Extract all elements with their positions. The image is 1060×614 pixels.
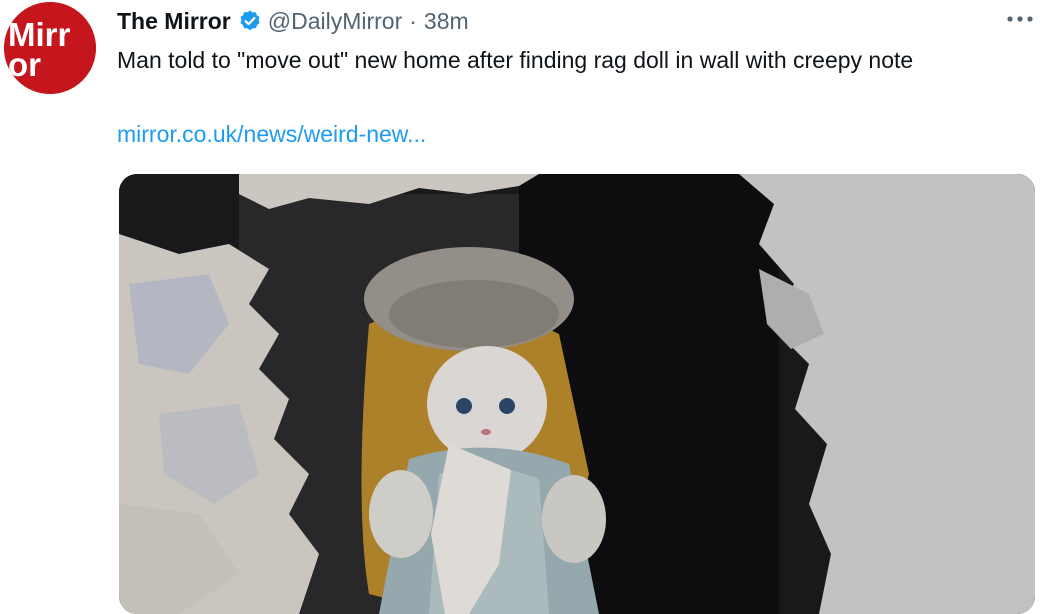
tweet-card[interactable]: Mirr or The Mirror @DailyMirror · 38m Ma… (0, 0, 1060, 614)
author-handle[interactable]: @DailyMirror (268, 8, 403, 35)
article-link[interactable]: mirror.co.uk/news/weird-new... (117, 118, 426, 150)
tweet-header: The Mirror @DailyMirror · 38m (117, 4, 469, 38)
tweet-media-photo[interactable] (119, 174, 1035, 614)
timestamp[interactable]: 38m (424, 8, 469, 35)
doll-in-wall-photo (119, 174, 1035, 614)
more-options-icon[interactable] (1003, 4, 1037, 34)
verified-badge-icon (238, 9, 262, 33)
separator-dot: · (409, 7, 417, 34)
avatar[interactable]: Mirr or (4, 2, 96, 94)
mirror-logo: Mirr or (4, 2, 96, 94)
avatar-logo-text-2: or (8, 46, 41, 83)
author-name[interactable]: The Mirror (117, 8, 231, 35)
tweet-text: Man told to "move out" new home after fi… (117, 47, 914, 73)
